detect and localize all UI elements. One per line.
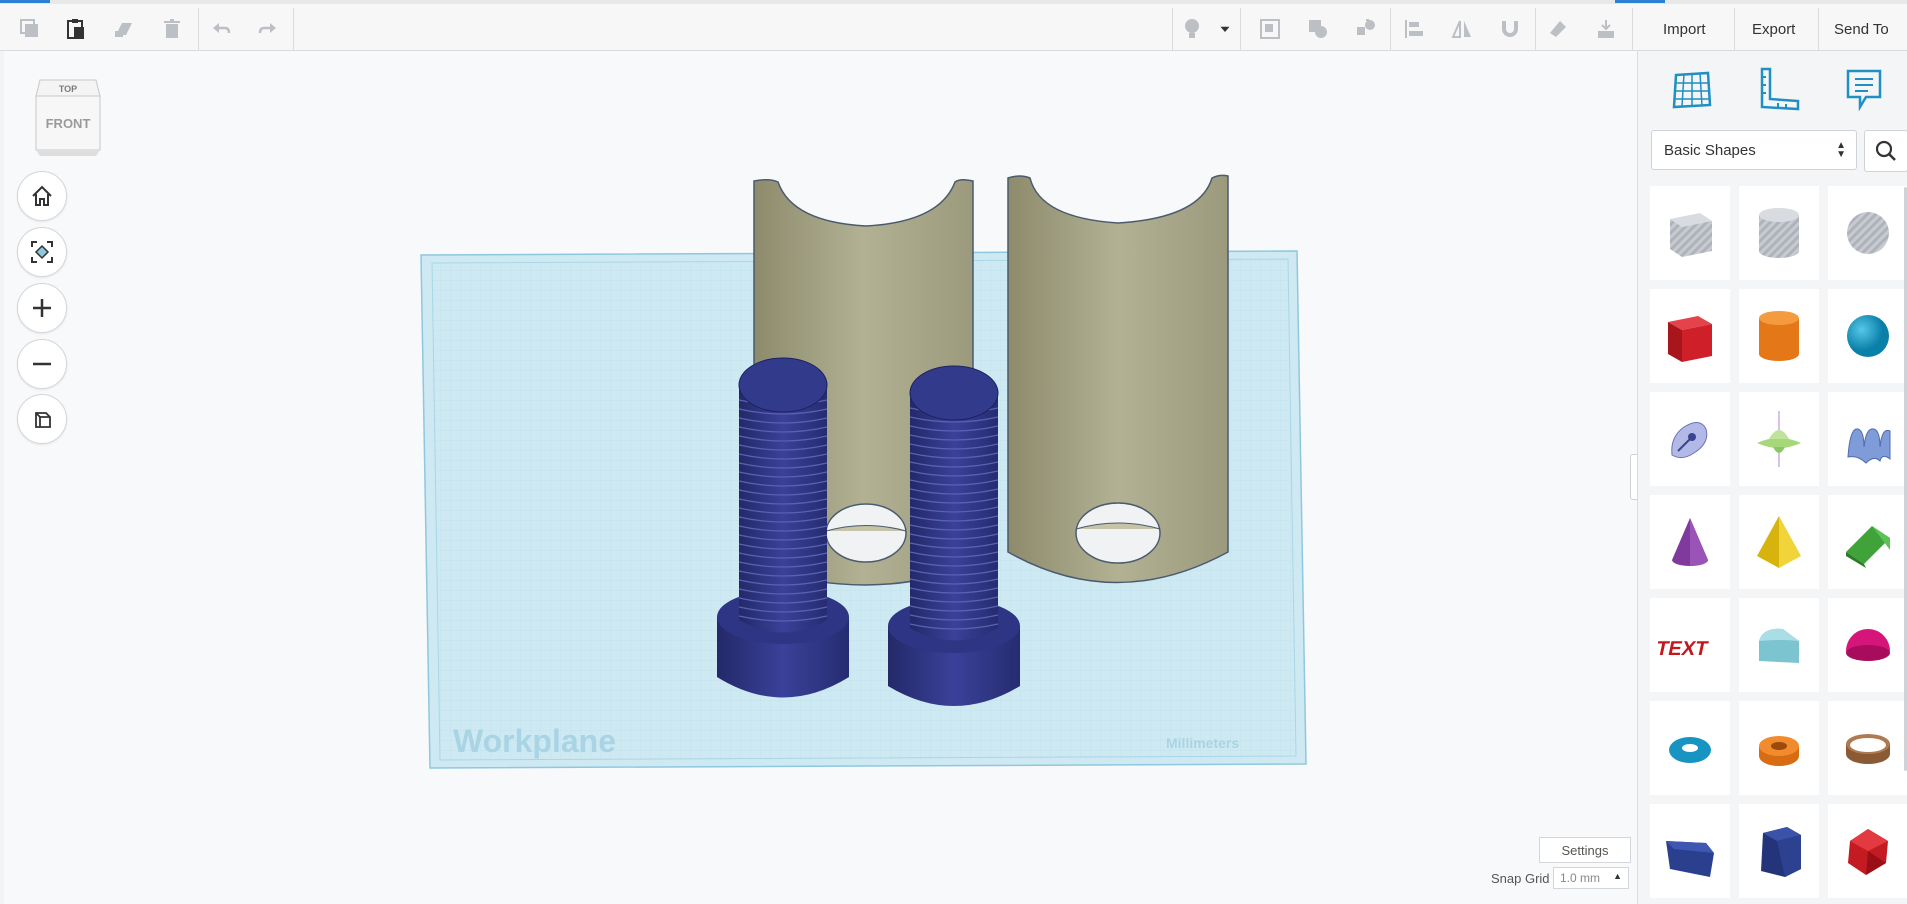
shapes-panel: Basic Shapes ▲ ▼ TEXT bbox=[1637, 51, 1907, 904]
light-bulb-icon[interactable] bbox=[1176, 13, 1208, 45]
toolbar: Import Export Send To bbox=[0, 4, 1907, 52]
notes-icon[interactable] bbox=[1836, 61, 1892, 117]
shape-grid: TEXT bbox=[1650, 186, 1907, 904]
perspective-button[interactable] bbox=[17, 394, 67, 444]
shape-search-button[interactable] bbox=[1864, 130, 1907, 172]
shape-scribble[interactable] bbox=[1650, 392, 1730, 486]
zoom-out-icon bbox=[33, 362, 51, 366]
view-cube-top[interactable]: TOP bbox=[59, 84, 77, 94]
import-button[interactable]: Import bbox=[1651, 14, 1718, 44]
undo-icon[interactable] bbox=[205, 13, 237, 45]
select-arrows-icon: ▲ ▼ bbox=[1836, 140, 1846, 160]
shape-box[interactable] bbox=[1650, 289, 1730, 383]
shape-pyramid[interactable] bbox=[1739, 495, 1819, 589]
zoom-out-button[interactable] bbox=[17, 339, 67, 389]
fit-view-button[interactable] bbox=[17, 227, 67, 277]
shape-torus[interactable] bbox=[1650, 701, 1730, 795]
scene: Workplane Millimeters bbox=[420, 174, 1307, 769]
group-icon[interactable] bbox=[1254, 13, 1286, 45]
export-button[interactable]: Export bbox=[1740, 14, 1808, 44]
settings-button[interactable]: Settings bbox=[1539, 837, 1631, 863]
mirror-icon[interactable] bbox=[1446, 13, 1478, 45]
workplane-icon[interactable] bbox=[1664, 61, 1720, 117]
cruise-icon[interactable] bbox=[1350, 13, 1382, 45]
shape-paraboloid[interactable] bbox=[1739, 392, 1819, 486]
snap-grid-value: 1.0 mm bbox=[1560, 871, 1601, 885]
dropdown-icon[interactable] bbox=[1216, 13, 1234, 45]
svg-text:TEXT: TEXT bbox=[1658, 638, 1710, 660]
shape-ring[interactable] bbox=[1828, 701, 1907, 795]
view-cube-front[interactable]: FRONT bbox=[46, 116, 91, 131]
shape-cylinder-hole[interactable] bbox=[1739, 186, 1819, 280]
shape-wedge[interactable] bbox=[1650, 804, 1730, 898]
shape-sphere-hole[interactable] bbox=[1828, 186, 1907, 280]
shape-category-value: Basic Shapes bbox=[1664, 141, 1756, 159]
view-cube[interactable]: TOP FRONT bbox=[34, 72, 102, 158]
zoom-in-button[interactable] bbox=[17, 283, 67, 333]
workplane-label: Workplane bbox=[453, 723, 616, 759]
snap-grid-label: Snap Grid bbox=[1491, 871, 1550, 886]
search-icon bbox=[1875, 140, 1896, 161]
shape-roof[interactable] bbox=[1828, 495, 1907, 589]
ruler-icon[interactable] bbox=[1750, 61, 1806, 117]
home-icon bbox=[32, 185, 52, 206]
zoom-in-icon bbox=[33, 299, 51, 317]
3d-viewport[interactable]: Workplane Millimeters TOP FRONT Settings… bbox=[4, 51, 1637, 904]
perspective-icon bbox=[35, 412, 51, 428]
paste-icon[interactable] bbox=[60, 13, 92, 45]
duplicate-icon[interactable] bbox=[108, 13, 140, 45]
chevron-up-icon: ▲ bbox=[1613, 871, 1622, 881]
shape-cone[interactable] bbox=[1650, 495, 1730, 589]
shape-box-hole[interactable] bbox=[1650, 186, 1730, 280]
shape-icosahedron[interactable] bbox=[1828, 804, 1907, 898]
shape-sphere[interactable] bbox=[1828, 289, 1907, 383]
home-view-button[interactable] bbox=[17, 171, 67, 221]
shape-round-roof[interactable] bbox=[1739, 598, 1819, 692]
snap-grid-select[interactable]: 1.0 mm ▲ bbox=[1553, 867, 1629, 889]
shape-half-sphere[interactable] bbox=[1828, 598, 1907, 692]
shape-tube[interactable] bbox=[1739, 701, 1819, 795]
shape-category-select[interactable]: Basic Shapes ▲ ▼ bbox=[1651, 130, 1857, 170]
fit-view-icon bbox=[31, 241, 53, 263]
delete-icon[interactable] bbox=[156, 13, 188, 45]
ungroup-icon[interactable] bbox=[1302, 13, 1334, 45]
copy-icon[interactable] bbox=[14, 13, 46, 45]
workplane-units: Millimeters bbox=[1166, 735, 1239, 751]
align-icon[interactable] bbox=[1398, 13, 1430, 45]
shape-text[interactable]: TEXT bbox=[1650, 598, 1730, 692]
bracket-right[interactable] bbox=[1007, 174, 1229, 584]
magnet-icon[interactable] bbox=[1494, 13, 1526, 45]
shape-cylinder[interactable] bbox=[1739, 289, 1819, 383]
shape-polygon[interactable] bbox=[1739, 804, 1819, 898]
paint-icon[interactable] bbox=[1542, 13, 1574, 45]
redo-icon[interactable] bbox=[252, 13, 284, 45]
shape-wave[interactable] bbox=[1828, 392, 1907, 486]
send-to-button[interactable]: Send To bbox=[1822, 14, 1901, 44]
drop-icon[interactable] bbox=[1590, 13, 1622, 45]
